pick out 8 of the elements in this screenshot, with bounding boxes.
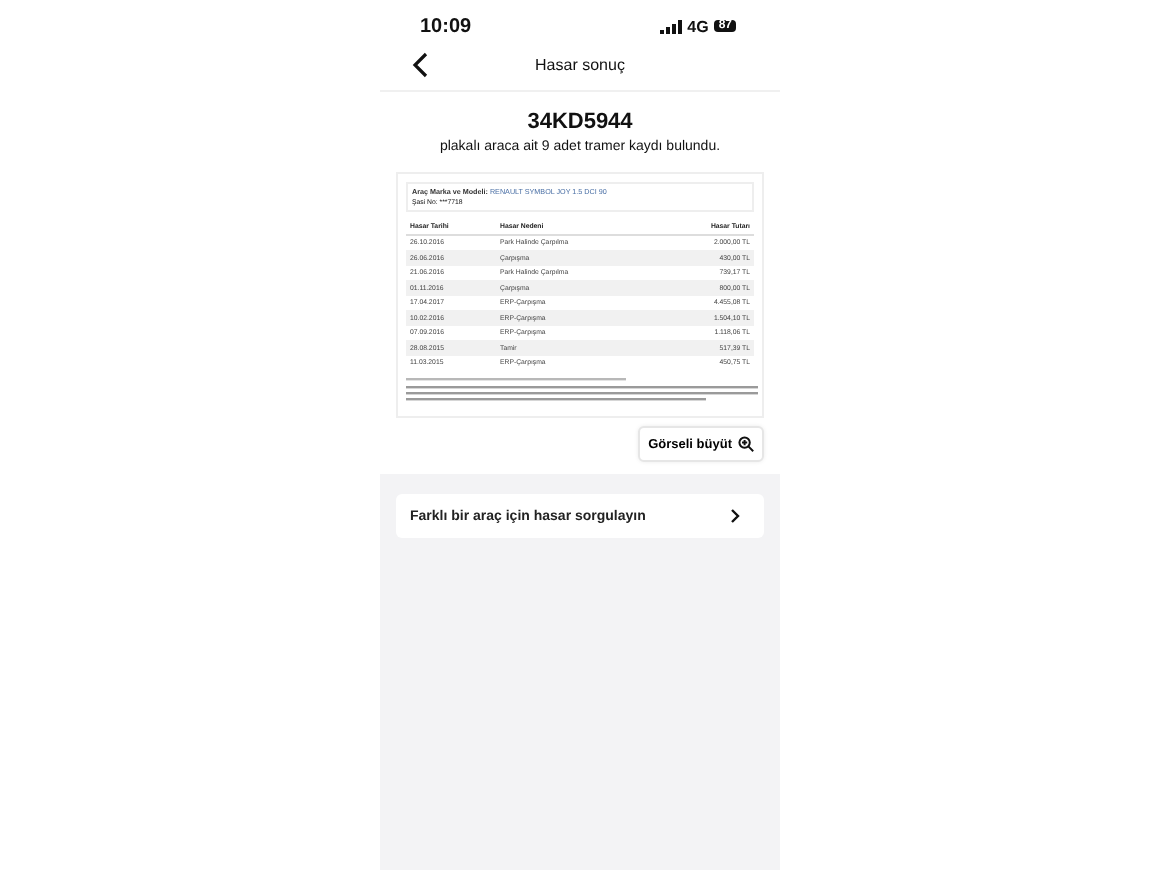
chevron-right-icon <box>730 508 740 524</box>
back-icon[interactable] <box>412 52 428 78</box>
zoom-in-icon <box>738 436 754 452</box>
plate-number: 34KD5944 <box>527 110 633 134</box>
network-type: 4G <box>687 17 709 35</box>
screen-title: Hasar sonuç <box>535 55 625 73</box>
clock: 10:09 <box>420 15 472 37</box>
signal-icon <box>659 19 682 33</box>
